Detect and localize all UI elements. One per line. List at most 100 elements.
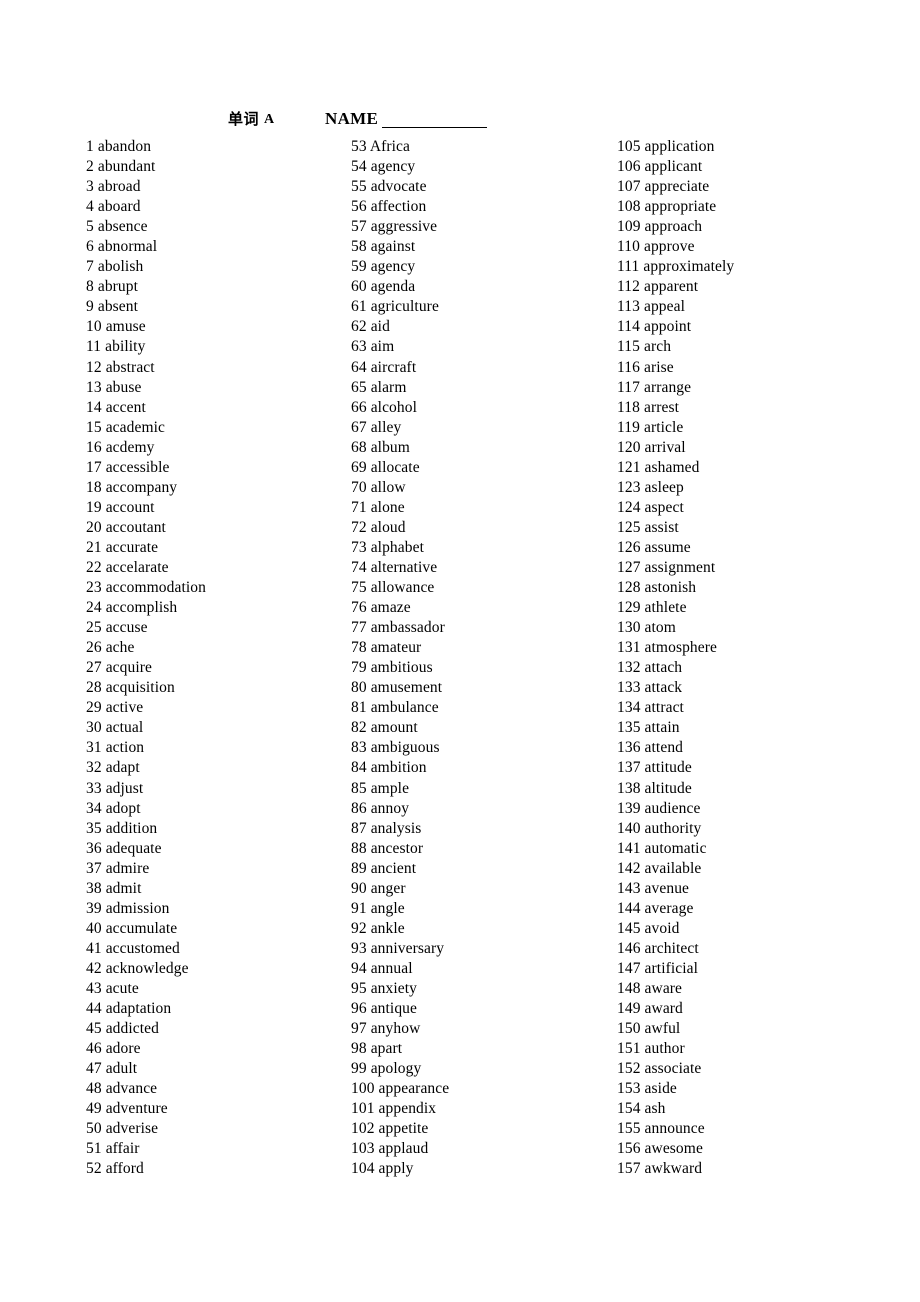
word-entry-number: 91 — [351, 899, 367, 917]
word-entry: 59 agency — [351, 257, 601, 277]
word-entry-number: 76 — [351, 599, 367, 617]
word-entry-text: attack — [644, 679, 683, 697]
word-entry: 133 attack — [617, 678, 877, 698]
word-entry: 26 ache — [86, 638, 336, 658]
word-entry-number: 26 — [86, 639, 102, 657]
word-entry: 72 aloud — [351, 518, 601, 538]
word-entry-number: 132 — [617, 659, 641, 677]
word-entry-number: 70 — [351, 478, 367, 496]
word-entry: 92 ankle — [351, 919, 601, 939]
word-entry-number: 23 — [86, 579, 102, 597]
word-entry: 85 ample — [351, 779, 601, 799]
word-entry-number: 50 — [86, 1120, 102, 1138]
word-entry-text: arrest — [643, 398, 679, 416]
word-entry-number: 151 — [617, 1040, 641, 1058]
word-entry-text: antique — [370, 1000, 418, 1018]
word-entry: 93 anniversary — [351, 939, 601, 959]
word-entry: 91 angle — [351, 899, 601, 919]
word-entry: 53 Africa — [351, 137, 601, 157]
word-entry-text: affection — [370, 198, 427, 216]
word-entry: 70 allow — [351, 478, 601, 498]
word-entry-number: 102 — [351, 1120, 375, 1138]
word-entry: 78 amateur — [351, 638, 601, 658]
word-entry-number: 36 — [86, 839, 102, 857]
word-entry-text: awkward — [644, 1160, 703, 1178]
word-entry: 41 accustomed — [86, 939, 336, 959]
word-entry: 102 appetite — [351, 1119, 601, 1139]
word-entry: 24 accomplish — [86, 598, 336, 618]
word-entry-number: 59 — [351, 258, 367, 276]
word-entry: 142 available — [617, 859, 877, 879]
word-entry: 84 ambition — [351, 758, 601, 778]
word-entry-number: 24 — [86, 599, 102, 617]
word-entry-text: ash — [644, 1100, 666, 1118]
word-entry-number: 87 — [351, 819, 367, 837]
word-entry: 54 agency — [351, 157, 601, 177]
word-entry: 8 abrupt — [86, 277, 336, 297]
word-entry-number: 104 — [351, 1160, 375, 1178]
word-entry-number: 77 — [351, 619, 367, 637]
word-entry-text: assume — [644, 538, 691, 556]
word-entry-text: arrange — [643, 378, 692, 396]
word-entry-number: 117 — [617, 378, 640, 396]
word-entry: 18 accompany — [86, 478, 336, 498]
word-entry: 12 abstract — [86, 358, 336, 378]
word-entry-number: 3 — [86, 178, 94, 196]
word-entry-text: appetite — [378, 1120, 429, 1138]
word-column-3: 105 application 106 applicant 107 apprecia… — [617, 137, 877, 1179]
word-entry-text: applaud — [378, 1140, 429, 1158]
word-entry-text: award — [644, 1000, 683, 1018]
word-entry-number: 123 — [617, 478, 641, 496]
word-entry-number: 155 — [617, 1120, 641, 1138]
word-entry-text: agenda — [370, 278, 416, 296]
word-entry-text: against — [370, 238, 416, 256]
word-entry: 58 against — [351, 237, 601, 257]
word-entry-number: 84 — [351, 759, 367, 777]
word-entry: 47 adult — [86, 1059, 336, 1079]
word-entry-text: aim — [370, 338, 395, 356]
word-entry: 68 album — [351, 438, 601, 458]
word-entry: 43 acute — [86, 979, 336, 999]
word-entry-number: 41 — [86, 939, 102, 957]
word-entry-text: active — [105, 699, 144, 717]
word-entry: 20 accoutant — [86, 518, 336, 538]
word-entry-number: 29 — [86, 699, 102, 717]
word-entry: 44 adaptation — [86, 999, 336, 1019]
word-entry: 99 apology — [351, 1059, 601, 1079]
name-blank-field[interactable] — [382, 127, 487, 128]
word-entry-number: 120 — [617, 438, 641, 456]
word-entry-text: aside — [644, 1080, 677, 1098]
word-entry-text: acute — [105, 979, 139, 997]
word-entry-text: adventure — [105, 1100, 168, 1118]
word-entry-text: amuse — [105, 318, 146, 336]
word-entry-number: 98 — [351, 1040, 367, 1058]
word-entry-text: appendix — [378, 1100, 437, 1118]
word-entry-number: 39 — [86, 899, 102, 917]
word-entry-number: 35 — [86, 819, 102, 837]
word-entry-text: abolish — [97, 258, 144, 276]
word-entry-number: 140 — [617, 819, 641, 837]
word-entry-number: 112 — [617, 278, 640, 296]
word-entry-number: 61 — [351, 298, 367, 316]
word-entry-number: 16 — [86, 438, 102, 456]
word-entry-text: anxiety — [370, 979, 418, 997]
word-entry-number: 46 — [86, 1040, 102, 1058]
word-entry-text: amount — [370, 719, 418, 737]
word-entry: 6 abnormal — [86, 237, 336, 257]
word-entry-text: ambulance — [370, 699, 439, 717]
word-entry-text: account — [105, 498, 155, 516]
word-entry: 69 allocate — [351, 458, 601, 478]
word-entry-number: 129 — [617, 599, 641, 617]
word-entry-text: avenue — [644, 879, 690, 897]
word-entry-text: arrival — [644, 438, 686, 456]
word-entry-text: awful — [644, 1020, 681, 1038]
word-entry: 97 anyhow — [351, 1019, 601, 1039]
word-entry-text: absence — [97, 218, 148, 236]
word-entry-number: 124 — [617, 498, 641, 516]
word-entry-number: 141 — [617, 839, 641, 857]
word-entry-number: 2 — [86, 158, 94, 176]
word-entry-text: accelarate — [105, 558, 169, 576]
word-entry-text: accompany — [105, 478, 178, 496]
word-entry-number: 14 — [86, 398, 102, 416]
word-entry-text: afford — [105, 1160, 144, 1178]
